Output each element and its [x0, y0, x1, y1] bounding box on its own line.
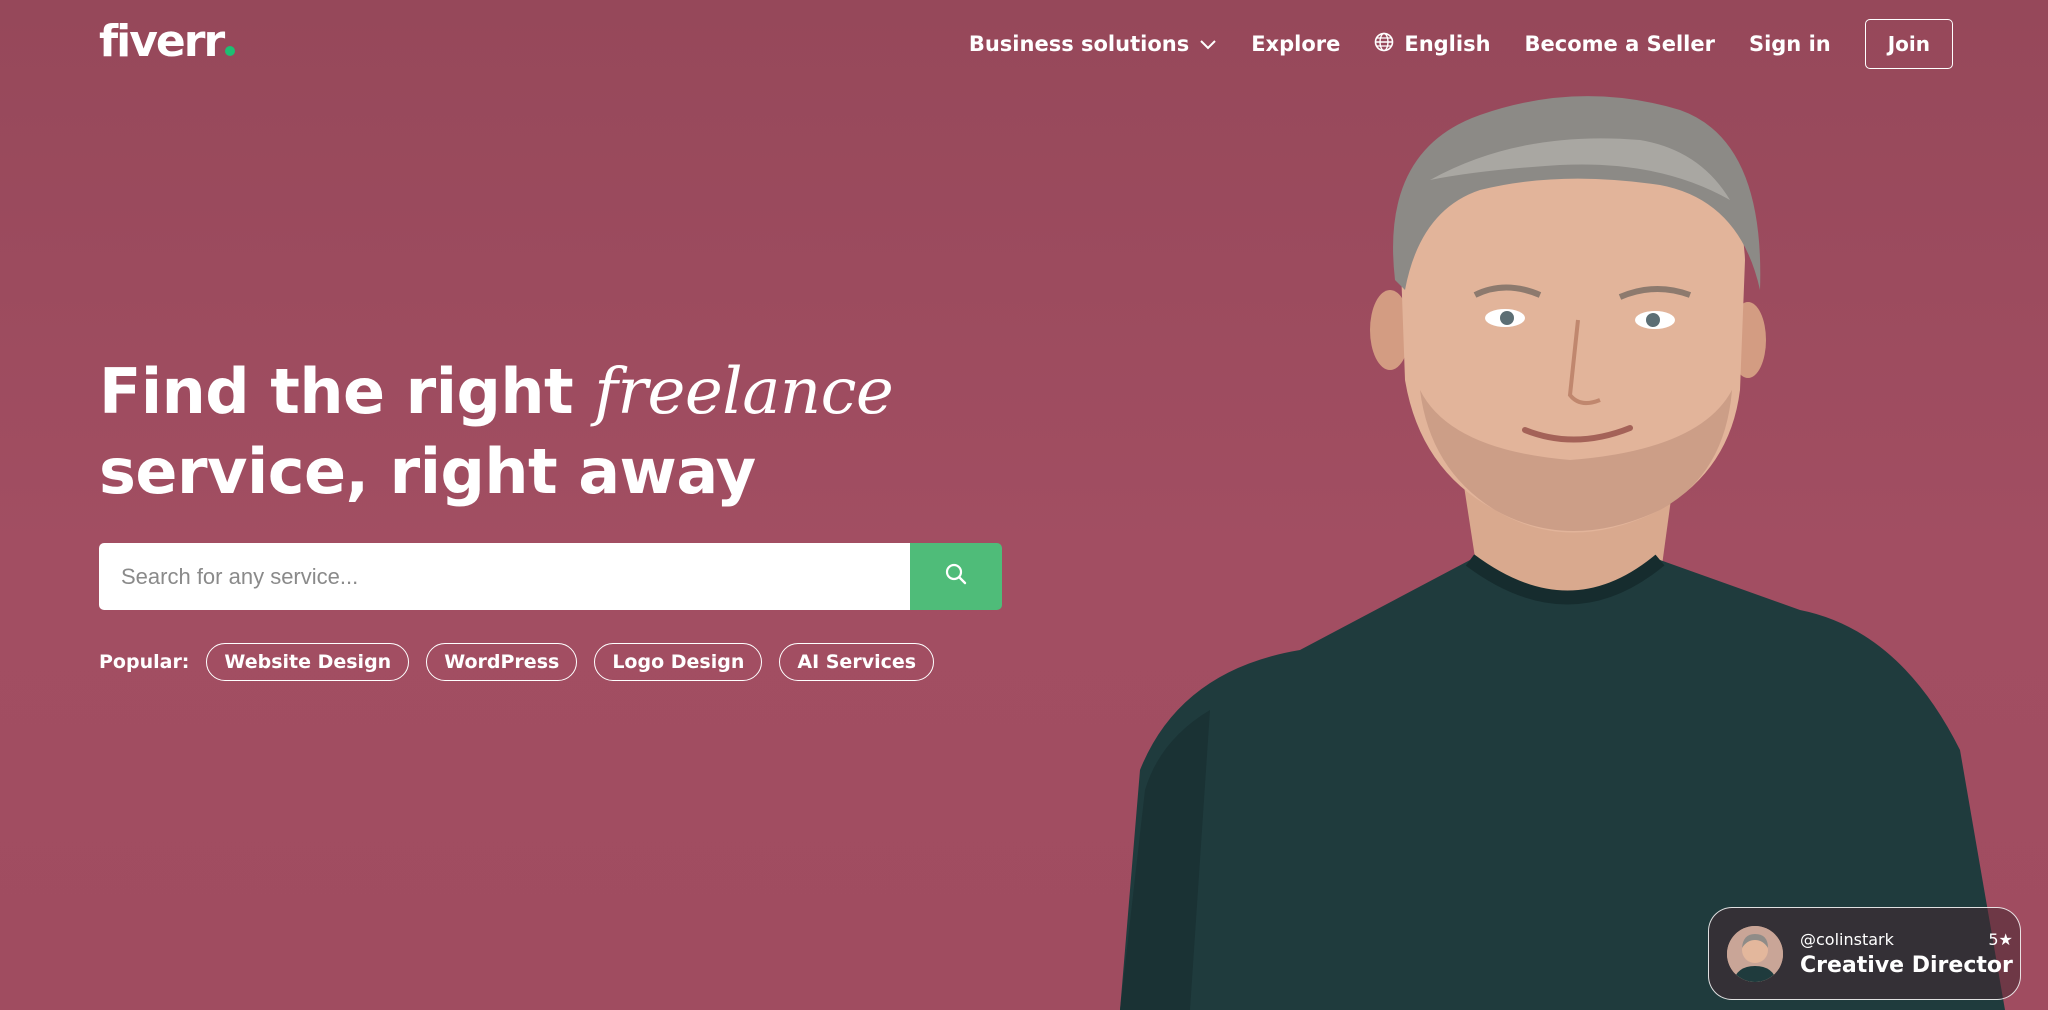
headline-part2: service, right away: [99, 435, 756, 508]
hero-section: fiverr Business solutions Explore Englis…: [0, 0, 2048, 1010]
logo-dot: [225, 46, 236, 56]
join-button-label: Join: [1887, 32, 1930, 56]
popular-chip-ai-services[interactable]: AI Services: [779, 643, 935, 681]
seller-avatar: [1727, 925, 1783, 982]
nav-become-seller[interactable]: Become a Seller: [1525, 32, 1715, 56]
nav-explore[interactable]: Explore: [1251, 32, 1340, 56]
popular-label: Popular:: [99, 651, 190, 673]
seller-top-row: @colinstark 5★: [1800, 930, 2013, 949]
nav-business-solutions[interactable]: Business solutions: [969, 32, 1217, 56]
search-icon: [944, 562, 968, 591]
globe-icon: [1374, 32, 1394, 57]
join-button[interactable]: Join: [1864, 19, 1953, 69]
popular-searches: Popular: Website Design WordPress Logo D…: [99, 643, 935, 681]
seller-rating: 5★: [1988, 929, 2013, 949]
logo-text: fiverr: [99, 16, 225, 67]
nav-language[interactable]: English: [1374, 32, 1491, 57]
search-input[interactable]: [99, 543, 910, 610]
nav-sign-in[interactable]: Sign in: [1749, 32, 1831, 56]
popular-chip-website-design[interactable]: Website Design: [206, 643, 410, 681]
fiverr-logo[interactable]: fiverr: [99, 16, 236, 68]
hero-person-image: [1120, 96, 2005, 1010]
hero-headline: Find the right freelance service, right …: [99, 352, 894, 512]
top-nav: Business solutions Explore English Becom…: [969, 19, 1953, 69]
nav-language-label: English: [1404, 32, 1491, 56]
nav-business-solutions-label: Business solutions: [968, 32, 1190, 56]
nav-become-seller-label: Become a Seller: [1524, 32, 1715, 56]
search-button[interactable]: [910, 543, 1002, 610]
chevron-down-icon: [1199, 32, 1217, 56]
search-bar: [99, 543, 1002, 610]
popular-chip-wordpress[interactable]: WordPress: [426, 643, 578, 681]
nav-explore-label: Explore: [1251, 32, 1341, 56]
headline-part1: Find the right: [99, 355, 574, 428]
seller-info: @colinstark 5★ Creative Director: [1800, 930, 2013, 978]
seller-role: Creative Director: [1800, 952, 2013, 978]
popular-chip-logo-design[interactable]: Logo Design: [594, 643, 763, 681]
seller-card[interactable]: @colinstark 5★ Creative Director: [1708, 907, 2021, 1000]
header: fiverr Business solutions Explore Englis…: [0, 0, 2048, 88]
seller-handle: @colinstark: [1800, 929, 1894, 949]
headline-italic: freelance: [594, 355, 894, 429]
nav-sign-in-label: Sign in: [1748, 32, 1831, 56]
